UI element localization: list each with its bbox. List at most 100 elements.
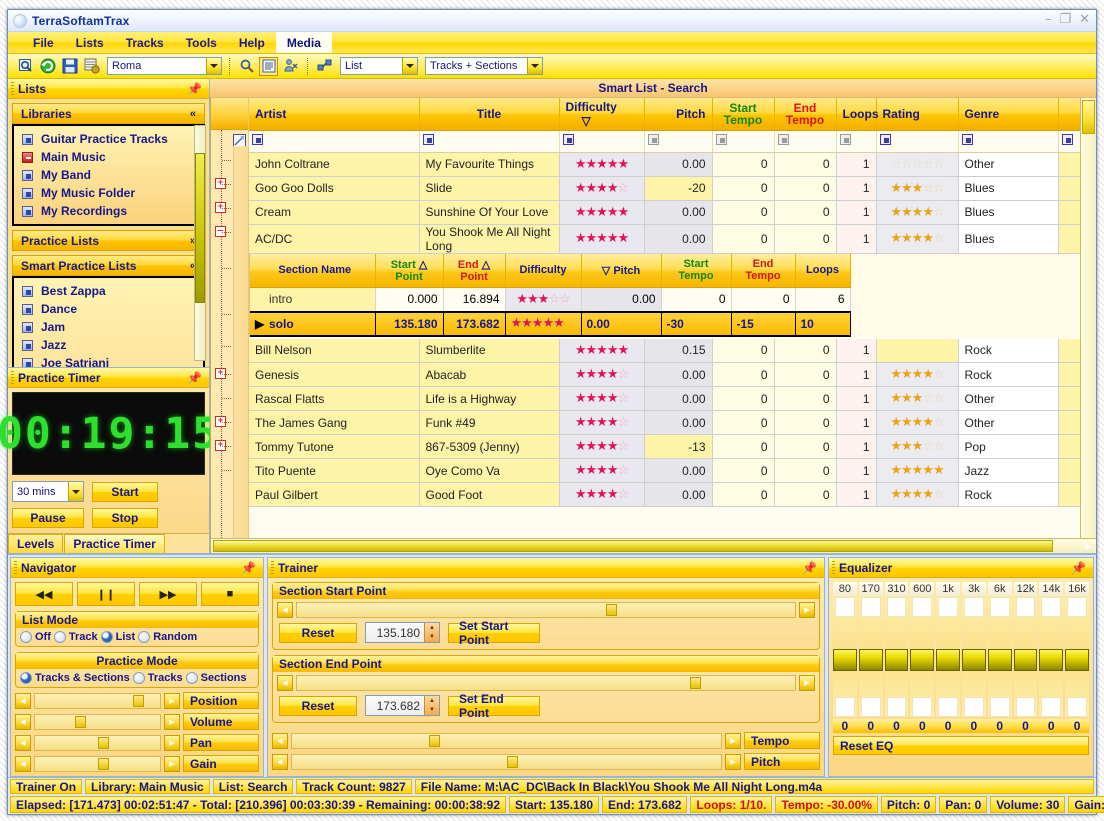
slider-left-icon[interactable]: ◀ (15, 714, 31, 730)
slider-left-icon[interactable]: ◀ (277, 675, 293, 691)
filter-artist[interactable] (249, 130, 419, 152)
eq-fader-knob[interactable] (936, 649, 960, 671)
view-combo[interactable]: List (340, 57, 418, 75)
end-point-slider[interactable] (296, 675, 796, 691)
col-start-tempo[interactable]: Start Tempo (712, 98, 774, 130)
pin-icon[interactable]: 📌 (241, 561, 256, 575)
filter-icon[interactable] (648, 134, 659, 145)
list-item[interactable]: Jam (14, 318, 203, 336)
timer-pause-button[interactable]: Pause (12, 508, 84, 528)
eq-fader[interactable] (910, 597, 934, 717)
slider-thumb[interactable] (75, 716, 86, 728)
menu-item-tracks[interactable]: Tracks (115, 32, 175, 53)
filter-icon[interactable] (778, 134, 789, 145)
gain-slider[interactable] (34, 756, 161, 772)
forward-button[interactable]: ▶▶ (139, 582, 197, 606)
table-row[interactable]: The James GangFunk #49★★★★☆0.00001★★★★☆O… (249, 411, 1096, 435)
filter-icon[interactable] (880, 134, 891, 145)
reset-start-button[interactable]: Reset (279, 623, 357, 643)
minimize-icon[interactable]: – (1045, 13, 1052, 26)
filter-end-tempo[interactable] (774, 130, 836, 152)
spinner-arrows[interactable]: ▲▼ (424, 696, 439, 715)
col-title[interactable]: Title (419, 98, 559, 130)
filter-title[interactable] (419, 130, 559, 152)
scol-loops[interactable]: Loops (795, 254, 850, 288)
menu-item-help[interactable]: Help (228, 32, 276, 53)
list-item[interactable]: Jazz (14, 336, 203, 354)
scrollbar-thumb[interactable] (213, 540, 1053, 552)
eq-fader[interactable] (859, 597, 883, 717)
eq-fader-knob[interactable] (962, 649, 986, 671)
library-combo[interactable]: Roma (107, 57, 222, 75)
table-row[interactable]: Bill NelsonSlumberlite★★★★★0.15001Rock (249, 339, 1096, 363)
list-item[interactable]: Joe Satriani (14, 354, 203, 367)
eq-fader[interactable] (936, 597, 960, 717)
slider-right-icon[interactable]: ▶ (799, 675, 815, 691)
table-row[interactable]: Rascal FlattsLife is a Highway★★★★☆0.000… (249, 387, 1096, 411)
slider-right-icon[interactable]: ▶ (164, 693, 180, 709)
group-smart-practice-lists-header[interactable]: Smart Practice Lists « (12, 255, 205, 276)
sort-asc-icon[interactable]: △ (419, 259, 427, 271)
timer-start-button[interactable]: Start (92, 482, 158, 502)
chevron-down-icon[interactable] (206, 58, 221, 74)
eq-fader-knob[interactable] (1065, 649, 1089, 671)
slider-thumb[interactable] (690, 677, 701, 689)
menu-item-file[interactable]: File (22, 32, 65, 53)
spinner-arrows[interactable]: ▲▼ (424, 623, 439, 642)
scrollbar-thumb[interactable] (1082, 100, 1095, 134)
scol-pitch[interactable]: ▽ Pitch (581, 254, 661, 288)
grid-vertical-scrollbar[interactable] (1080, 98, 1096, 553)
search-db-icon[interactable] (16, 57, 35, 76)
slider-thumb[interactable] (429, 735, 440, 747)
table-row[interactable]: Tommy Tutone867-5309 (Jenny)★★★★☆-13001★… (249, 435, 1096, 459)
filter-icon[interactable] (962, 134, 973, 145)
pin-icon[interactable]: 📌 (1071, 561, 1086, 575)
filter-icon[interactable] (423, 134, 434, 145)
slider-left-icon[interactable]: ◀ (272, 733, 288, 749)
position-slider[interactable] (34, 693, 161, 709)
radio-list-mode-random[interactable]: Random (138, 631, 197, 643)
list-item[interactable]: My Band (14, 166, 203, 184)
section-row-selected[interactable]: ▶solo135.180173.682★★★★★0.00-30-1510 (250, 312, 850, 336)
eq-fader[interactable] (988, 597, 1012, 717)
filter-icon[interactable] (563, 134, 574, 145)
pause-button[interactable]: ❙❙ (77, 582, 135, 606)
scol-end-tempo[interactable]: End Tempo (731, 254, 795, 288)
col-loops[interactable]: Loops (836, 98, 876, 130)
filter-icon[interactable] (281, 57, 300, 76)
filter-glyph-icon[interactable]: ▽ (602, 265, 610, 277)
table-row[interactable]: CreamSunshine Of Your Love★★★★★0.00001★★… (249, 200, 1096, 224)
slider-thumb[interactable] (606, 604, 617, 616)
shuffle-icon[interactable] (315, 57, 334, 76)
eq-fader-knob[interactable] (988, 649, 1012, 671)
list-item[interactable]: My Music Folder (14, 184, 203, 202)
slider-thumb[interactable] (98, 758, 109, 770)
eq-fader-knob[interactable] (859, 649, 883, 671)
end-point-value[interactable]: 173.682 (366, 696, 424, 715)
start-point-value[interactable]: 135.180 (366, 623, 424, 642)
slider-left-icon[interactable]: ◀ (272, 754, 288, 770)
scrollbar-thumb[interactable] (195, 153, 205, 303)
slider-right-icon[interactable]: ▶ (164, 714, 180, 730)
filter-icon[interactable] (840, 134, 851, 145)
reset-eq-button[interactable]: Reset EQ (833, 736, 1089, 755)
slider-left-icon[interactable]: ◀ (15, 756, 31, 772)
filter-loops[interactable] (836, 130, 876, 152)
table-row[interactable]: Tito PuenteOye Como Va★★★★☆0.00001★★★★★J… (249, 459, 1096, 483)
scol-start-point[interactable]: Start △ Point (375, 254, 443, 288)
col-artist[interactable]: Artist (249, 98, 419, 130)
scol-difficulty[interactable]: Difficulty (505, 254, 581, 288)
filter-start-tempo[interactable] (712, 130, 774, 152)
col-pitch[interactable]: Pitch (644, 98, 712, 130)
list-item[interactable]: Main Music (14, 148, 203, 166)
chevron-down-icon[interactable] (527, 58, 542, 74)
timer-duration-combo[interactable]: 30 mins (12, 481, 84, 502)
slider-thumb[interactable] (507, 756, 518, 768)
slider-left-icon[interactable]: ◀ (15, 693, 31, 709)
grid-horizontal-scrollbar[interactable]: ◀ ▶ (211, 538, 1096, 553)
col-genre[interactable]: Genre (958, 98, 1058, 130)
section-row[interactable]: intro0.00016.894★★★☆☆0.00006 (250, 288, 850, 312)
radio-practice-sections[interactable]: Sections (186, 672, 247, 684)
list-item[interactable]: My Recordings (14, 202, 203, 220)
filter-icon[interactable] (1062, 134, 1073, 145)
